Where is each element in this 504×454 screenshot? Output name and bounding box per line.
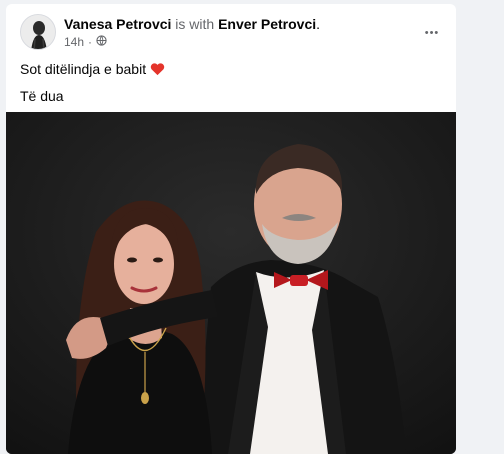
post-text-line-1: Sot ditëlindja e babit	[20, 61, 165, 77]
post-header: Vanesa Petrovci is with Enver Petrovci. …	[20, 14, 450, 54]
post-text-line-2: Të dua	[20, 88, 64, 104]
author-name-link[interactable]: Vanesa Petrovci	[64, 16, 171, 32]
post-photo[interactable]	[6, 112, 456, 454]
page-scrollbar[interactable]	[498, 0, 504, 454]
post-meta: 14h ·	[64, 35, 107, 49]
red-heart-emoji	[150, 61, 165, 77]
with-text: is with	[175, 16, 215, 32]
post-text-line-1-content: Sot ditëlindja e babit	[20, 61, 147, 77]
more-horizontal-icon: •••	[424, 27, 440, 39]
photo-illustration	[6, 112, 456, 454]
more-options-button[interactable]: •••	[420, 18, 444, 42]
post-author-line: Vanesa Petrovci is with Enver Petrovci.	[64, 16, 320, 32]
feed-post: Vanesa Petrovci is with Enver Petrovci. …	[6, 4, 456, 454]
post-timestamp[interactable]: 14h	[64, 35, 84, 49]
tagged-suffix: .	[316, 16, 321, 32]
globe-icon	[96, 35, 107, 49]
author-avatar[interactable]	[20, 14, 56, 50]
meta-separator: ·	[88, 35, 93, 49]
tagged-person-link[interactable]: Enver Petrovci	[218, 16, 316, 32]
